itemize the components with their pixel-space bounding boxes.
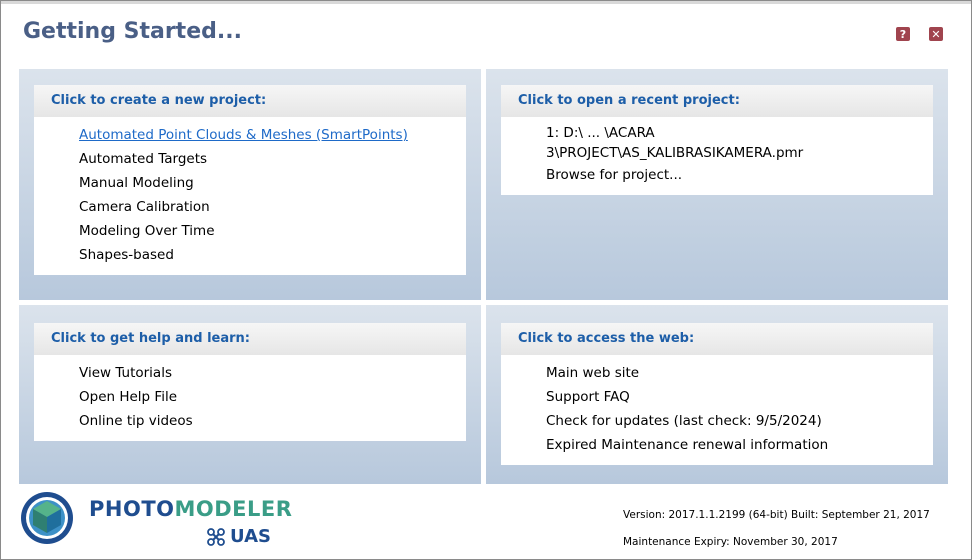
help-panel: Click to get help and learn: View Tutori… xyxy=(19,305,481,484)
new-project-list: Automated Point Clouds & Meshes (SmartPo… xyxy=(34,117,466,275)
brand-uas: UAS xyxy=(206,526,271,547)
close-icon: ✕ xyxy=(931,27,941,41)
getting-started-window: Getting Started... ? ✕ Click to create a… xyxy=(0,0,972,560)
new-project-camera-calibration-link[interactable]: Camera Calibration xyxy=(79,195,466,219)
brand-photo-text: PHOTO xyxy=(89,497,175,521)
photomodeler-logo-icon xyxy=(21,492,73,544)
close-button[interactable]: ✕ xyxy=(929,27,943,41)
main-web-site-link[interactable]: Main web site xyxy=(546,361,933,385)
online-tip-videos-link[interactable]: Online tip videos xyxy=(79,409,466,433)
help-list: View Tutorials Open Help File Online tip… xyxy=(34,355,466,441)
new-project-card: Click to create a new project: Automated… xyxy=(34,85,466,275)
new-project-panel: Click to create a new project: Automated… xyxy=(19,69,481,300)
drone-icon xyxy=(207,527,225,546)
recent-project-path-line-2[interactable]: 3\PROJECT\AS_KALIBRASIKAMERA.pmr xyxy=(546,143,933,163)
recent-project-header: Click to open a recent project: xyxy=(501,85,933,117)
brand-modeler-text: MODELER xyxy=(174,497,293,521)
web-card: Click to access the web: Main web site S… xyxy=(501,323,933,465)
brand-photomodeler: PHOTOMODELER xyxy=(89,497,292,521)
recent-project-panel: Click to open a recent project: 1: D:\ .… xyxy=(486,69,948,300)
support-faq-link[interactable]: Support FAQ xyxy=(546,385,933,409)
brand-uas-text: UAS xyxy=(230,526,271,547)
getting-started-panels: Click to create a new project: Automated… xyxy=(19,69,948,484)
maintenance-renewal-link[interactable]: Expired Maintenance renewal information xyxy=(546,433,933,457)
window-title: Getting Started... xyxy=(23,19,242,44)
new-project-header: Click to create a new project: xyxy=(34,85,466,117)
maintenance-expiry-text: Maintenance Expiry: November 30, 2017 xyxy=(623,536,838,548)
help-header: Click to get help and learn: xyxy=(34,323,466,355)
help-button[interactable]: ? xyxy=(896,27,910,41)
check-for-updates-link[interactable]: Check for updates (last check: 9/5/2024) xyxy=(546,409,933,433)
version-text: Version: 2017.1.1.2199 (64-bit) Built: S… xyxy=(623,509,930,521)
web-header: Click to access the web: xyxy=(501,323,933,355)
new-project-automated-targets-link[interactable]: Automated Targets xyxy=(79,147,466,171)
new-project-smartpoints-link[interactable]: Automated Point Clouds & Meshes (SmartPo… xyxy=(79,123,466,147)
open-help-file-link[interactable]: Open Help File xyxy=(79,385,466,409)
view-tutorials-link[interactable]: View Tutorials xyxy=(79,361,466,385)
new-project-modeling-over-time-link[interactable]: Modeling Over Time xyxy=(79,219,466,243)
window-top-border xyxy=(1,1,971,4)
new-project-shapes-based-link[interactable]: Shapes-based xyxy=(79,243,466,267)
recent-project-list: 1: D:\ ... \ACARA 3\PROJECT\AS_KALIBRASI… xyxy=(501,117,933,195)
browse-for-project-link[interactable]: Browse for project... xyxy=(546,163,933,187)
recent-project-card: Click to open a recent project: 1: D:\ .… xyxy=(501,85,933,195)
recent-project-path-line-1[interactable]: 1: D:\ ... \ACARA xyxy=(546,123,933,143)
web-panel: Click to access the web: Main web site S… xyxy=(486,305,948,484)
help-icon: ? xyxy=(899,27,907,41)
web-list: Main web site Support FAQ Check for upda… xyxy=(501,355,933,465)
new-project-manual-modeling-link[interactable]: Manual Modeling xyxy=(79,171,466,195)
help-card: Click to get help and learn: View Tutori… xyxy=(34,323,466,441)
